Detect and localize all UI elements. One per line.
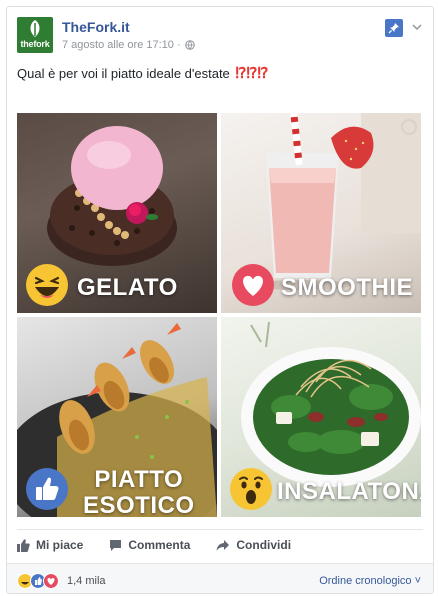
like-reaction-icon (25, 467, 69, 511)
like-button[interactable]: Mi piace (17, 538, 83, 552)
page-name-link[interactable]: TheFork.it (62, 19, 130, 35)
chevron-down-icon[interactable] (411, 21, 423, 33)
image-collage[interactable]: GELATO SMOOTHIE PIATTO ESOTICO INSALATON (17, 113, 421, 517)
tile-label-piatto-line2: ESOTICO (83, 492, 195, 518)
post-message: Qual è per voi il piatto ideale d'estate (17, 66, 230, 81)
post-card: thefork TheFork.it 7 agosto alle ore 17:… (6, 6, 434, 594)
tile-label-insalatona: INSALATONA (277, 478, 421, 505)
haha-reaction-icon (25, 263, 69, 307)
post-text: Qual è per voi il piatto ideale d'estate… (17, 64, 268, 82)
comment-sort-dropdown[interactable]: Ordine cronologico ˅ (319, 575, 421, 587)
interrobang-emoji: ⁉⁉⁉ (235, 65, 269, 82)
tile-piatto-esotico[interactable]: PIATTO ESOTICO (17, 317, 217, 517)
tile-smoothie[interactable]: SMOOTHIE (221, 113, 421, 313)
post-actions-bar: Mi piace Commenta Condividi (17, 529, 423, 560)
tile-label-smoothie: SMOOTHIE (281, 274, 414, 301)
avatar-logo-text: thefork (20, 39, 50, 49)
tile-insalatona[interactable]: INSALATONA (221, 317, 421, 517)
fork-leaf-logo (30, 20, 40, 37)
tile-label-gelato: GELATO (77, 274, 178, 301)
page-avatar[interactable]: thefork (17, 17, 53, 53)
post-timestamp[interactable]: 7 agosto alle ore 17:10 · (62, 39, 181, 51)
reaction-count[interactable]: 1,4 mila (67, 575, 106, 587)
pin-icon (388, 23, 399, 34)
love-mini-icon (43, 573, 59, 589)
tile-gelato[interactable]: GELATO (17, 113, 217, 313)
comment-icon (110, 539, 122, 551)
tile-label-piatto: PIATTO ESOTICO (83, 466, 195, 518)
love-reaction-icon (231, 263, 275, 307)
wow-reaction-icon (229, 467, 273, 511)
globe-icon (184, 40, 195, 50)
share-button[interactable]: Condividi (216, 538, 291, 552)
reaction-summary-icons[interactable] (17, 573, 59, 589)
tile-label-piatto-line1: PIATTO (94, 466, 184, 493)
post-header: thefork TheFork.it 7 agosto alle ore 17:… (17, 17, 423, 57)
share-button-label: Condividi (236, 538, 292, 552)
share-arrow-icon (216, 539, 230, 551)
post-footer: 1,4 mila Ordine cronologico ˅ (7, 563, 433, 593)
comment-button[interactable]: Commenta (109, 538, 190, 552)
like-button-label: Mi piace (36, 538, 84, 552)
thumbs-up-icon (17, 538, 30, 552)
pin-button[interactable] (385, 19, 403, 37)
post-meta: 7 agosto alle ore 17:10 · (62, 39, 195, 51)
comment-button-label: Commenta (128, 538, 191, 552)
